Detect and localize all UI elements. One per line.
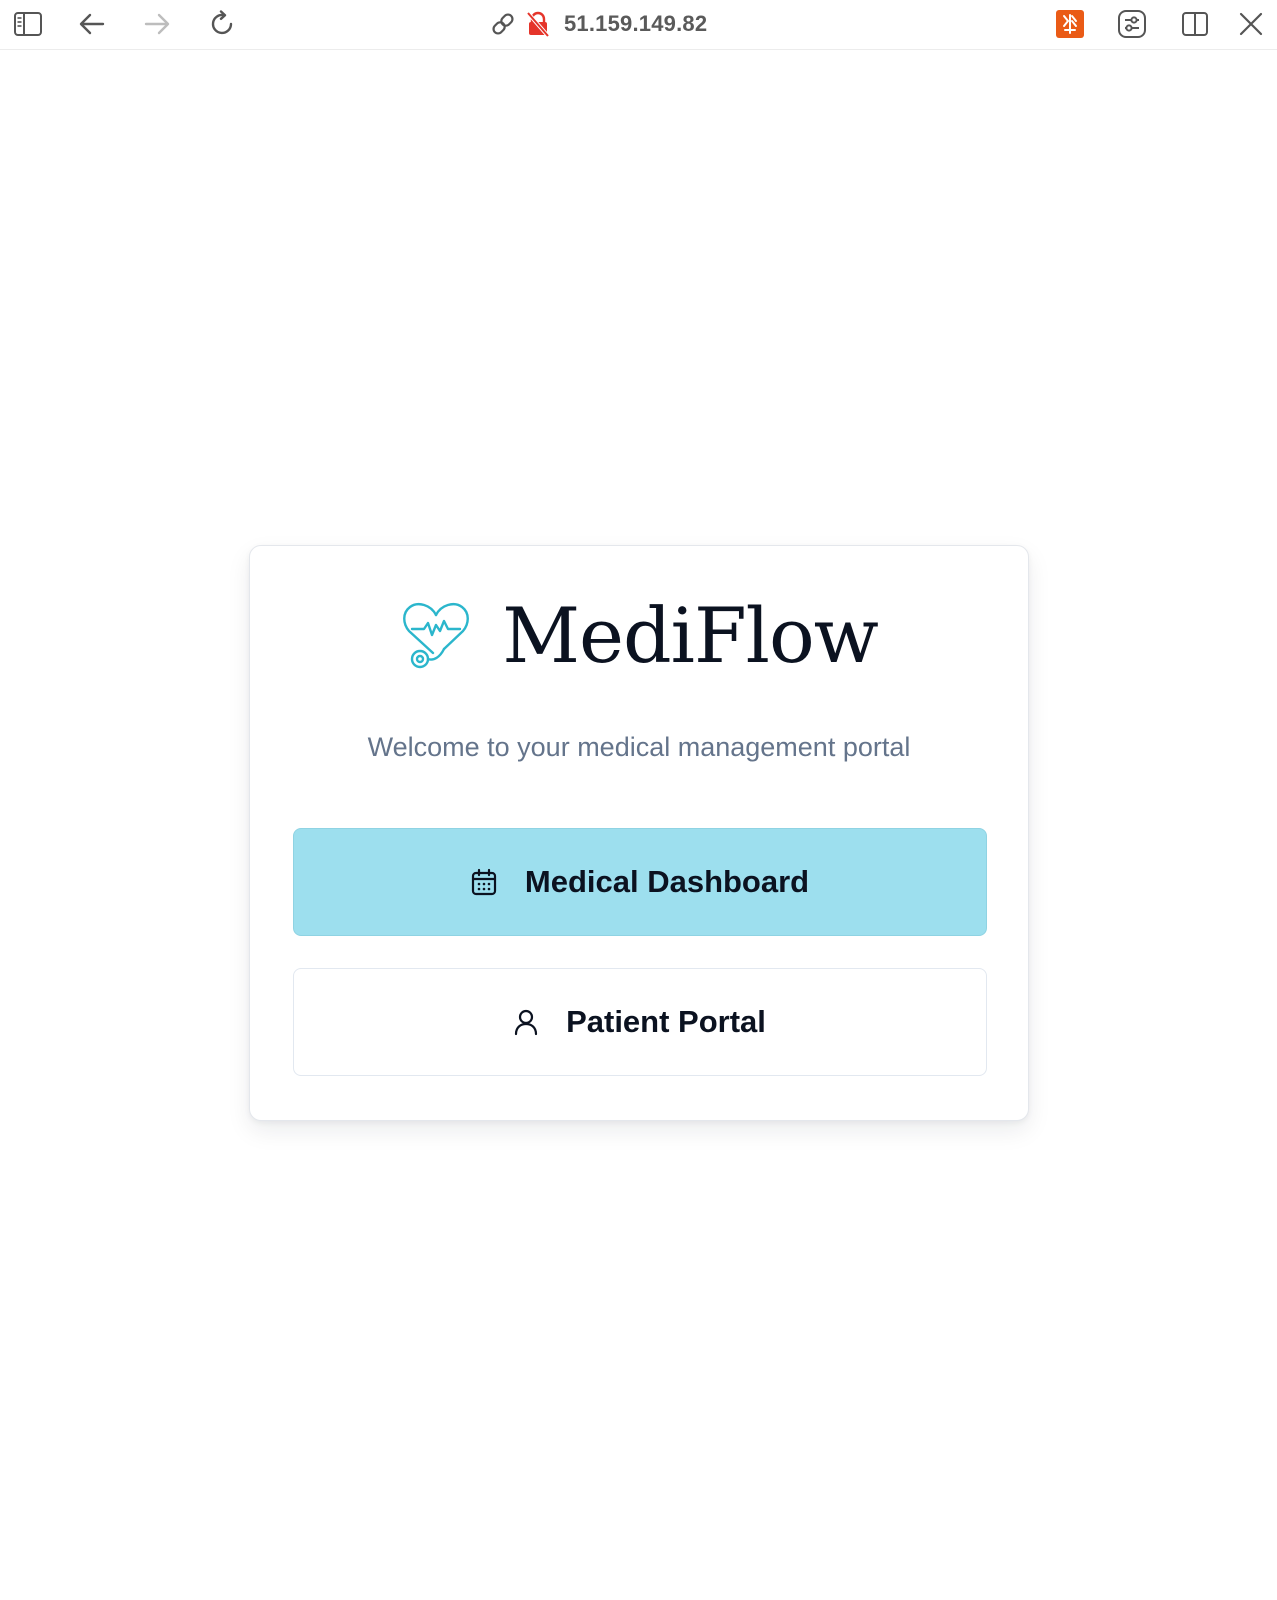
- close-icon: [1239, 12, 1263, 36]
- close-button[interactable]: [1234, 7, 1268, 41]
- back-button[interactable]: [75, 7, 109, 41]
- address-text: 51.159.149.82: [564, 11, 708, 36]
- extension-button[interactable]: [1053, 7, 1087, 41]
- medical-dashboard-button[interactable]: Medical Dashboard: [293, 828, 987, 936]
- stethoscope-heart-icon: [403, 603, 470, 669]
- sliders-icon: [1118, 10, 1146, 38]
- patient-portal-button[interactable]: Patient Portal: [293, 968, 987, 1076]
- portal-card: MediFlow Welcome to your medical managem…: [249, 545, 1029, 1121]
- address-bar[interactable]: 51.159.149.82: [490, 8, 707, 40]
- patient-portal-label: Patient Portal: [566, 1004, 766, 1039]
- arrow-left-icon: [79, 13, 105, 35]
- reload-icon: [211, 10, 233, 35]
- split-view-icon: [1182, 12, 1208, 36]
- link-icon: [492, 13, 514, 35]
- insecure-lock-icon: [526, 11, 550, 37]
- settings-button[interactable]: [1115, 7, 1149, 41]
- split-view-button[interactable]: [1178, 7, 1212, 41]
- reload-button[interactable]: [205, 7, 239, 41]
- calendar-icon: [471, 868, 496, 896]
- user-icon: [514, 1009, 538, 1036]
- sidebar-icon[interactable]: [11, 7, 45, 41]
- extension-icon: [1056, 10, 1084, 38]
- forward-button[interactable]: [140, 7, 174, 41]
- welcome-subtitle: Welcome to your medical management porta…: [367, 732, 911, 762]
- brand-name: MediFlow: [502, 591, 879, 680]
- medical-dashboard-label: Medical Dashboard: [524, 864, 810, 899]
- brand: MediFlow: [250, 591, 1028, 681]
- arrow-right-icon: [144, 13, 170, 35]
- browser-toolbar: 51.159.149.82: [0, 0, 1277, 50]
